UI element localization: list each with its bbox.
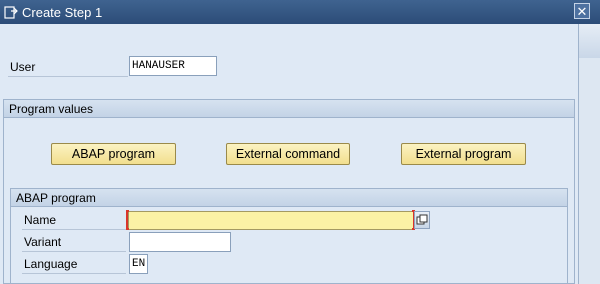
user-field[interactable]: HANAUSER bbox=[129, 56, 217, 76]
language-label: Language bbox=[22, 254, 126, 274]
background-window-toolbar bbox=[578, 24, 600, 58]
name-field[interactable] bbox=[128, 211, 414, 230]
variant-label: Variant bbox=[22, 232, 126, 252]
language-field[interactable]: EN bbox=[129, 254, 148, 274]
close-button[interactable]: ✕ bbox=[574, 3, 590, 19]
variant-field[interactable] bbox=[129, 232, 231, 252]
close-icon: ✕ bbox=[576, 4, 588, 19]
user-label: User bbox=[8, 57, 128, 77]
program-values-header: Program values bbox=[4, 100, 574, 118]
value-help-button[interactable] bbox=[414, 211, 430, 229]
value-help-icon bbox=[416, 214, 428, 225]
external-program-button[interactable]: External program bbox=[401, 143, 526, 165]
background-window bbox=[578, 58, 600, 284]
external-command-button[interactable]: External command bbox=[226, 143, 350, 165]
window-title: Create Step 1 bbox=[22, 5, 103, 20]
required-marker-left bbox=[126, 210, 129, 230]
abap-program-button[interactable]: ABAP program bbox=[51, 143, 176, 165]
abap-program-header: ABAP program bbox=[11, 189, 567, 207]
create-document-icon bbox=[4, 6, 18, 19]
name-label: Name bbox=[22, 210, 126, 230]
window-titlebar: Create Step 1 ✕ bbox=[0, 0, 600, 24]
